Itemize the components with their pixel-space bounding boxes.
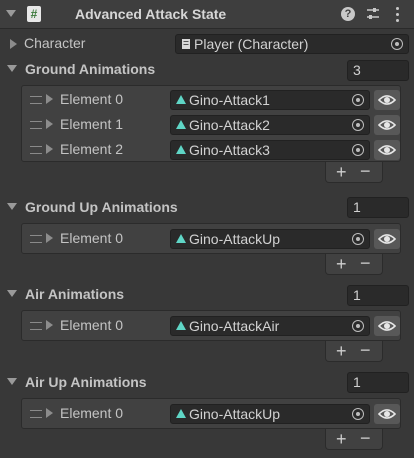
drag-handle-icon[interactable] — [30, 410, 42, 418]
kebab-menu-icon[interactable] — [396, 6, 400, 22]
animation-clip-icon — [176, 120, 186, 129]
animation-clip-icon — [176, 145, 186, 154]
animation-clip-icon — [176, 321, 186, 330]
air-animations-list: Element 0 Gino-AttackAir — [21, 310, 401, 341]
element-object-field[interactable]: Gino-Attack2 — [170, 115, 370, 135]
element-value: Gino-AttackAir — [189, 318, 280, 334]
object-picker-icon[interactable] — [352, 320, 364, 332]
character-label: Character — [24, 35, 86, 51]
remove-element-button[interactable]: − — [360, 428, 371, 449]
element-label: Element 1 — [60, 116, 124, 132]
air-up-animations-list: Element 0 Gino-AttackUp — [21, 398, 401, 429]
drag-handle-icon[interactable] — [30, 235, 42, 243]
object-picker-icon[interactable] — [352, 233, 364, 245]
ground-up-animations-label: Ground Up Animations — [25, 199, 178, 215]
element-label: Element 0 — [60, 230, 124, 246]
add-element-button[interactable]: + — [336, 162, 347, 183]
ground-animations-label: Ground Animations — [25, 61, 156, 77]
element-object-field[interactable]: Gino-AttackAir — [170, 316, 370, 336]
object-picker-icon[interactable] — [352, 408, 364, 420]
preset-icon[interactable] — [365, 6, 381, 22]
ground-up-animations-foldout-icon[interactable] — [7, 203, 17, 210]
element-foldout-arrow-icon[interactable] — [46, 94, 53, 104]
add-element-button[interactable]: + — [336, 429, 347, 450]
preview-eye-icon[interactable] — [374, 90, 400, 110]
remove-element-button[interactable]: − — [360, 253, 371, 274]
character-value: Player (Character) — [194, 36, 309, 52]
drag-handle-icon[interactable] — [30, 96, 42, 104]
air-animations-footer: + − — [325, 340, 383, 362]
add-element-button[interactable]: + — [336, 254, 347, 275]
element-value: Gino-Attack1 — [189, 92, 270, 108]
collapse-arrow-icon[interactable] — [6, 10, 16, 17]
object-picker-icon[interactable] — [352, 119, 364, 131]
drag-handle-icon[interactable] — [30, 121, 42, 129]
element-foldout-arrow-icon[interactable] — [46, 408, 53, 418]
element-foldout-arrow-icon[interactable] — [46, 119, 53, 129]
preview-eye-icon[interactable] — [374, 404, 400, 424]
component-title: Advanced Attack State — [75, 6, 227, 22]
element-label: Element 0 — [60, 405, 124, 421]
element-label: Element 2 — [60, 141, 124, 157]
air-animations-size-field[interactable]: 1 — [347, 285, 409, 306]
component-header: # Advanced Attack State ? — [0, 0, 414, 29]
ground-animations-size-field[interactable]: 3 — [347, 60, 409, 81]
script-icon: # — [27, 6, 41, 22]
air-animations-foldout-icon[interactable] — [7, 290, 17, 297]
object-picker-icon[interactable] — [352, 94, 364, 106]
element-object-field[interactable]: Gino-Attack3 — [170, 140, 370, 160]
ground-up-animations-list: Element 0 Gino-AttackUp — [21, 223, 401, 254]
character-foldout-arrow-icon[interactable] — [10, 39, 17, 49]
air-up-animations-footer: + − — [325, 428, 383, 450]
element-label: Element 0 — [60, 91, 124, 107]
object-picker-icon[interactable] — [391, 38, 403, 50]
help-icon[interactable]: ? — [341, 7, 355, 21]
element-value: Gino-AttackUp — [189, 231, 281, 247]
element-value: Gino-Attack3 — [189, 142, 270, 158]
preview-eye-icon[interactable] — [374, 229, 400, 249]
animation-clip-icon — [176, 409, 186, 418]
ground-animations-foldout-icon[interactable] — [7, 65, 17, 72]
ground-animations-footer: + − — [325, 161, 383, 183]
air-up-animations-size-field[interactable]: 1 — [347, 372, 409, 393]
ground-up-animations-footer: + − — [325, 253, 383, 275]
character-field[interactable]: Player (Character) — [175, 34, 409, 54]
element-foldout-arrow-icon[interactable] — [46, 320, 53, 330]
element-object-field[interactable]: Gino-AttackUp — [170, 404, 370, 424]
remove-element-button[interactable]: − — [360, 161, 371, 182]
element-value: Gino-Attack2 — [189, 117, 270, 133]
drag-handle-icon[interactable] — [30, 322, 42, 330]
element-object-field[interactable]: Gino-Attack1 — [170, 90, 370, 110]
preview-eye-icon[interactable] — [374, 140, 400, 160]
air-up-animations-foldout-icon[interactable] — [7, 378, 17, 385]
animation-clip-icon — [176, 234, 186, 243]
animation-clip-icon — [176, 95, 186, 104]
air-animations-label: Air Animations — [25, 286, 125, 302]
element-foldout-arrow-icon[interactable] — [46, 233, 53, 243]
object-picker-icon[interactable] — [352, 144, 364, 156]
element-value: Gino-AttackUp — [189, 406, 281, 422]
preview-eye-icon[interactable] — [374, 115, 400, 135]
script-object-icon — [182, 39, 190, 49]
air-up-animations-label: Air Up Animations — [25, 374, 147, 390]
element-foldout-arrow-icon[interactable] — [46, 144, 53, 154]
ground-animations-list: Element 0 Gino-Attack1 Element 1 Gino-At… — [21, 85, 401, 162]
ground-up-animations-size-field[interactable]: 1 — [347, 197, 409, 218]
element-object-field[interactable]: Gino-AttackUp — [170, 229, 370, 249]
drag-handle-icon[interactable] — [30, 146, 42, 154]
add-element-button[interactable]: + — [336, 341, 347, 362]
element-label: Element 0 — [60, 317, 124, 333]
preview-eye-icon[interactable] — [374, 316, 400, 336]
remove-element-button[interactable]: − — [360, 340, 371, 361]
